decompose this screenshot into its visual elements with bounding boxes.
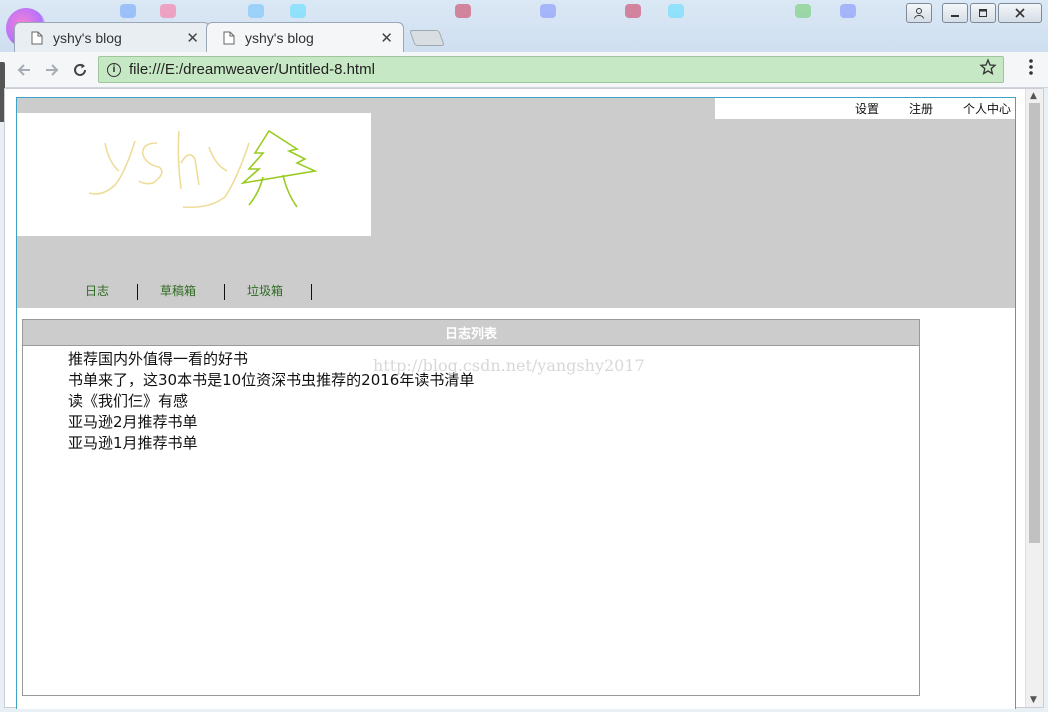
register-link[interactable]: 注册 [909,100,933,117]
tab-title: yshy's blog [53,29,122,46]
list-item[interactable]: 亚马逊1月推荐书单 [68,433,919,454]
document-icon [31,31,43,44]
taskbar-blob-icon [625,4,641,18]
reload-icon [74,63,86,76]
list-item[interactable]: 读《我们仨》有感 [68,391,919,412]
forward-button[interactable] [40,58,64,82]
tab-active[interactable]: yshy's blog ✕ [206,22,404,52]
taskbar-blob-icon [668,4,684,18]
handwritten-logo-image [88,129,318,209]
window-controls [906,3,1042,23]
info-icon[interactable]: i [107,62,121,77]
scroll-down-icon[interactable]: ▼ [1030,695,1037,705]
user-profile-button[interactable] [906,3,932,23]
top-links: 设置 注册 个人中心 [715,98,1015,119]
menu-dots-icon[interactable] [1028,58,1034,76]
new-tab-button[interactable] [409,30,445,46]
blog-nav: 日志 草稿箱 垃圾箱 [17,284,313,300]
page-viewport: 设置 注册 个人中心 日志 草稿箱 垃圾箱 日志列表 推荐国内外值得一看的好书 … [4,88,1044,709]
nav-item-trash[interactable]: 垃圾箱 [247,284,313,300]
journal-list-title: 日志列表 [23,320,919,346]
list-item[interactable]: 亚马逊2月推荐书单 [68,412,919,433]
title-bar: yshy's blog ✕ yshy's blog ✕ [0,0,1048,52]
blog-header: 设置 注册 个人中心 日志 草稿箱 垃圾箱 [17,98,1015,308]
scroll-thumb[interactable] [1029,103,1040,543]
address-bar[interactable]: i file:///E:/dreamweaver/Untitled-8.html [98,56,1004,83]
taskbar-blob-icon [120,4,136,18]
arrow-left-icon [17,64,30,76]
tab-close-icon[interactable]: ✕ [186,29,199,47]
tab-title: yshy's blog [245,29,314,46]
reload-button[interactable] [68,58,92,82]
taskbar-blob-icon [540,4,556,18]
back-button[interactable] [12,58,36,82]
close-icon [1015,8,1025,18]
watermark: http://blog.csdn.net/yangshy2017 [373,356,645,375]
profile-link[interactable]: 个人中心 [963,100,1011,117]
nav-item-journal[interactable]: 日志 [85,284,139,300]
bookmark-star-icon[interactable] [979,58,997,76]
journal-list-panel: 日志列表 推荐国内外值得一看的好书 书单来了，这30本书是10位资深书虫推荐的2… [22,319,920,696]
browser-toolbar: i file:///E:/dreamweaver/Untitled-8.html [0,52,1048,88]
minimize-icon [951,15,959,17]
taskbar-blob-icon [248,4,264,18]
blog-page: 设置 注册 个人中心 日志 草稿箱 垃圾箱 日志列表 推荐国内外值得一看的好书 … [16,97,1016,709]
tab-close-icon[interactable]: ✕ [380,29,393,47]
document-icon [223,31,235,44]
taskbar-blob-icon [795,4,811,18]
url-text: file:///E:/dreamweaver/Untitled-8.html [129,61,375,78]
restore-icon [979,9,987,17]
taskbar-blob-icon [290,4,306,18]
settings-link[interactable]: 设置 [855,100,879,117]
scroll-up-icon[interactable]: ▲ [1030,91,1037,101]
blog-logo [17,113,371,236]
minimize-button[interactable] [942,3,968,23]
arrow-right-icon [46,64,59,76]
taskbar-blob-icon [160,4,176,18]
tab-inactive[interactable]: yshy's blog ✕ [14,22,210,52]
restore-button[interactable] [970,3,996,23]
nav-item-drafts[interactable]: 草稿箱 [160,284,226,300]
taskbar-blob-icon [840,4,856,18]
taskbar-blob-icon [455,4,471,18]
close-window-button[interactable] [998,3,1042,23]
vertical-scrollbar[interactable]: ▲ ▼ [1025,89,1043,707]
user-icon [914,8,924,19]
